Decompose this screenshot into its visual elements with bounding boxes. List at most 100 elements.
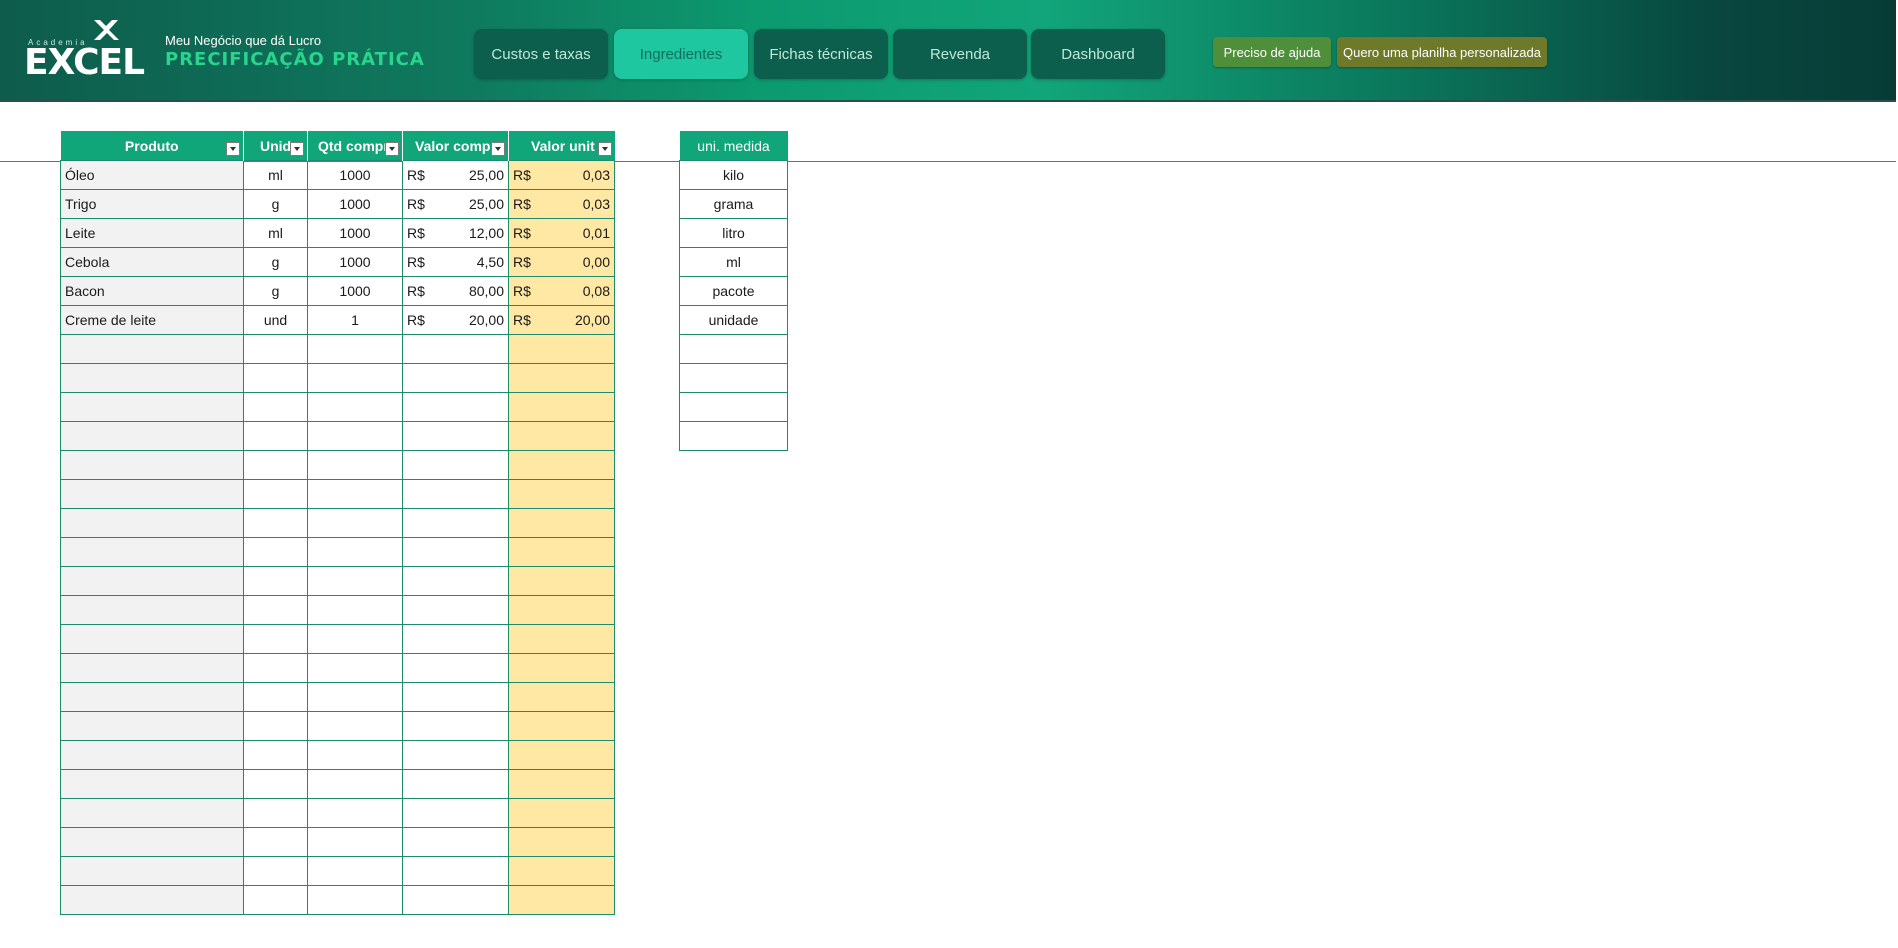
cell-valor-unit[interactable]: R$ 0,08 xyxy=(508,276,615,306)
cell-valor-unit[interactable] xyxy=(508,740,615,770)
cell-unid[interactable] xyxy=(243,653,308,683)
filter-dropdown-icon[interactable] xyxy=(491,142,505,156)
cell-valor-unit[interactable] xyxy=(508,537,615,567)
cell-qtd-compra[interactable] xyxy=(307,392,403,422)
cell-unid[interactable] xyxy=(243,827,308,857)
cell-unid[interactable]: ml xyxy=(243,160,308,190)
cell-valor-unit[interactable] xyxy=(508,566,615,596)
cell-produto[interactable]: Óleo xyxy=(60,160,244,190)
cell-unid[interactable] xyxy=(243,856,308,886)
cell-valor-compra[interactable]: R$ 25,00 xyxy=(402,189,509,219)
cell-valor-compra[interactable] xyxy=(402,856,509,886)
cell-valor-compra[interactable]: R$ 80,00 xyxy=(402,276,509,306)
cell-unid[interactable] xyxy=(243,421,308,451)
cell-valor-unit[interactable] xyxy=(508,885,615,915)
cell-valor-unit[interactable] xyxy=(508,479,615,509)
cell-qtd-compra[interactable] xyxy=(307,566,403,596)
cell-produto[interactable] xyxy=(60,885,244,915)
cell-unit[interactable] xyxy=(679,363,788,393)
cell-valor-unit[interactable] xyxy=(508,856,615,886)
cell-valor-compra[interactable] xyxy=(402,392,509,422)
cell-unit[interactable] xyxy=(679,421,788,451)
cell-produto[interactable] xyxy=(60,827,244,857)
cell-qtd-compra[interactable] xyxy=(307,711,403,741)
cell-qtd-compra[interactable] xyxy=(307,827,403,857)
cell-valor-unit[interactable]: R$ 0,03 xyxy=(508,189,615,219)
cell-produto[interactable] xyxy=(60,392,244,422)
cell-unid[interactable]: g xyxy=(243,247,308,277)
cell-valor-compra[interactable] xyxy=(402,798,509,828)
cell-valor-compra[interactable] xyxy=(402,653,509,683)
cell-unit[interactable]: pacote xyxy=(679,276,788,306)
tab-custos-e-taxas[interactable]: Custos e taxas xyxy=(474,29,608,79)
cell-valor-unit[interactable] xyxy=(508,363,615,393)
cell-produto[interactable]: Creme de leite xyxy=(60,305,244,335)
cell-valor-unit[interactable] xyxy=(508,392,615,422)
cell-produto[interactable] xyxy=(60,624,244,654)
cell-valor-unit[interactable] xyxy=(508,827,615,857)
cell-produto[interactable] xyxy=(60,682,244,712)
cell-unit[interactable]: unidade xyxy=(679,305,788,335)
cell-produto[interactable]: Trigo xyxy=(60,189,244,219)
cell-valor-compra[interactable] xyxy=(402,624,509,654)
cell-valor-unit[interactable]: R$ 0,00 xyxy=(508,247,615,277)
cell-valor-compra[interactable] xyxy=(402,421,509,451)
cell-qtd-compra[interactable]: 1000 xyxy=(307,276,403,306)
cell-valor-compra[interactable] xyxy=(402,769,509,799)
filter-dropdown-icon[interactable] xyxy=(597,142,612,156)
cell-qtd-compra[interactable] xyxy=(307,334,403,364)
help-button[interactable]: Preciso de ajuda xyxy=(1213,37,1331,67)
cell-produto[interactable] xyxy=(60,421,244,451)
cell-produto[interactable] xyxy=(60,856,244,886)
filter-dropdown-icon[interactable] xyxy=(385,142,399,156)
cell-produto[interactable] xyxy=(60,769,244,799)
cell-unit[interactable]: grama xyxy=(679,189,788,219)
cell-qtd-compra[interactable] xyxy=(307,479,403,509)
cell-unid[interactable] xyxy=(243,392,308,422)
cell-produto[interactable]: Leite xyxy=(60,218,244,248)
cell-unit[interactable] xyxy=(679,334,788,364)
cell-valor-unit[interactable]: R$ 0,03 xyxy=(508,160,615,190)
cell-unid[interactable] xyxy=(243,450,308,480)
cell-qtd-compra[interactable] xyxy=(307,537,403,567)
cell-qtd-compra[interactable] xyxy=(307,798,403,828)
tab-fichas-tecnicas[interactable]: Fichas técnicas xyxy=(754,29,888,79)
cell-qtd-compra[interactable] xyxy=(307,740,403,770)
cell-valor-unit[interactable] xyxy=(508,653,615,683)
cell-valor-unit[interactable] xyxy=(508,595,615,625)
cell-valor-compra[interactable] xyxy=(402,363,509,393)
cell-qtd-compra[interactable] xyxy=(307,885,403,915)
cell-produto[interactable]: Cebola xyxy=(60,247,244,277)
cell-produto[interactable] xyxy=(60,537,244,567)
cell-unid[interactable] xyxy=(243,537,308,567)
cell-qtd-compra[interactable]: 1 xyxy=(307,305,403,335)
cell-valor-compra[interactable]: R$ 25,00 xyxy=(402,160,509,190)
cell-valor-unit[interactable]: R$ 0,01 xyxy=(508,218,615,248)
cell-unid[interactable] xyxy=(243,508,308,538)
cell-valor-compra[interactable] xyxy=(402,827,509,857)
cell-valor-compra[interactable] xyxy=(402,537,509,567)
cell-produto[interactable] xyxy=(60,595,244,625)
cell-produto[interactable] xyxy=(60,450,244,480)
cell-unit[interactable]: ml xyxy=(679,247,788,277)
cell-qtd-compra[interactable] xyxy=(307,508,403,538)
cell-unid[interactable] xyxy=(243,624,308,654)
cell-produto[interactable] xyxy=(60,363,244,393)
cell-unid[interactable]: g xyxy=(243,276,308,306)
cell-unid[interactable] xyxy=(243,740,308,770)
cell-unid[interactable] xyxy=(243,711,308,741)
custom-spreadsheet-button[interactable]: Quero uma planilha personalizada xyxy=(1337,37,1547,67)
cell-qtd-compra[interactable] xyxy=(307,450,403,480)
cell-produto[interactable] xyxy=(60,508,244,538)
cell-valor-unit[interactable] xyxy=(508,334,615,364)
cell-qtd-compra[interactable]: 1000 xyxy=(307,218,403,248)
tab-revenda[interactable]: Revenda xyxy=(893,29,1027,79)
cell-qtd-compra[interactable]: 1000 xyxy=(307,189,403,219)
cell-unid[interactable] xyxy=(243,595,308,625)
cell-unit[interactable] xyxy=(679,392,788,422)
cell-unit[interactable]: litro xyxy=(679,218,788,248)
cell-produto[interactable] xyxy=(60,653,244,683)
cell-unid[interactable] xyxy=(243,682,308,712)
cell-valor-compra[interactable] xyxy=(402,595,509,625)
tab-dashboard[interactable]: Dashboard xyxy=(1031,29,1165,79)
